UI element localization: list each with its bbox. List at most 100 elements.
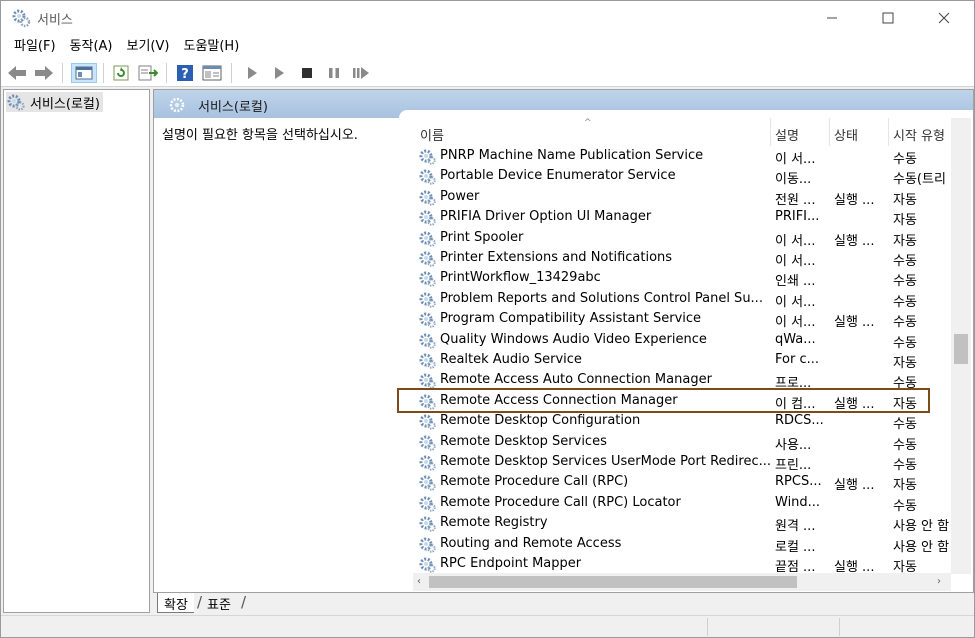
- menu-action[interactable]: 동작(A): [63, 36, 120, 58]
- menu-view[interactable]: 보기(V): [120, 36, 177, 58]
- stop-service-button[interactable]: [297, 63, 317, 83]
- forward-button[interactable]: [34, 63, 54, 83]
- service-row[interactable]: Remote Access Auto Connection Manager 프로.…: [414, 370, 954, 392]
- service-name: Remote Access Auto Connection Manager: [440, 372, 712, 388]
- service-gear-icon: [418, 433, 436, 451]
- service-gear-icon: [418, 371, 436, 390]
- menu-help[interactable]: 도움말(H): [176, 36, 246, 58]
- service-name: Remote Procedure Call (RPC) Locator: [440, 494, 681, 510]
- service-gear-icon: [418, 290, 436, 308]
- service-name: Remote Procedure Call (RPC): [440, 474, 629, 490]
- main-pane: 서비스(로컬) 설명이 필요한 항목을 선택하십시오. ^ 이름 설명 상태 시…: [153, 89, 974, 593]
- service-row[interactable]: PRIFIA Driver Option UI Manager PRIFI... 자…: [414, 207, 954, 228]
- services-gear-icon: [7, 94, 25, 111]
- service-row[interactable]: Remote Procedure Call (RPC) Locator Wind.…: [414, 493, 954, 514]
- horizontal-scrollbar[interactable]: ‹ ›: [413, 573, 951, 591]
- horizontal-scroll-thumb[interactable]: [429, 576, 797, 588]
- vertical-scroll-thumb[interactable]: [954, 334, 968, 364]
- service-row[interactable]: RPC Endpoint Mapper 끝점 ... 실행 ... 자동: [414, 554, 954, 575]
- service-startup-type: 수동: [893, 376, 917, 392]
- service-description: 이 서...: [775, 294, 816, 310]
- help-icon: ?: [177, 65, 193, 82]
- service-row[interactable]: Program Compatibility Assistant Service 이…: [414, 309, 954, 330]
- service-gear-icon: [418, 188, 436, 206]
- service-row[interactable]: Remote Desktop Services UserMode Port Re…: [414, 452, 954, 473]
- service-row[interactable]: Power 전원 ... 실행 ... 자동: [414, 187, 954, 208]
- tab-standard[interactable]: 표준: [201, 593, 237, 613]
- service-row[interactable]: Remote Procedure Call (RPC) RPCS... 실행 ...…: [414, 472, 954, 494]
- scroll-right-icon[interactable]: ›: [937, 576, 941, 587]
- service-gear-icon: [418, 147, 436, 165]
- service-name: Quality Windows Audio Video Experience: [440, 331, 707, 347]
- export-list-button[interactable]: [138, 63, 158, 83]
- maximize-button[interactable]: [865, 1, 911, 34]
- service-description: 프로...: [775, 376, 812, 392]
- service-description: 이동...: [775, 172, 812, 188]
- service-row[interactable]: Problem Reports and Solutions Control Pa…: [414, 289, 954, 310]
- minimize-button[interactable]: [809, 1, 855, 34]
- tab-extended[interactable]: 확장: [157, 593, 194, 613]
- menu-file[interactable]: 파일(F): [7, 36, 63, 58]
- service-startup-type: 수동: [893, 152, 917, 167]
- service-gear-icon: [418, 167, 436, 186]
- column-description[interactable]: 설명: [775, 125, 799, 144]
- properties-button[interactable]: [202, 63, 222, 83]
- service-row[interactable]: PrintWorkflow_13429abc 인쇄 ... 수동: [414, 268, 954, 290]
- sort-indicator: ^: [584, 118, 592, 128]
- service-name: Realtek Audio Service: [440, 352, 582, 367]
- help-button[interactable]: ?: [175, 63, 195, 83]
- service-startup-type: 수동: [893, 274, 917, 290]
- service-name: Power: [440, 188, 480, 204]
- service-name: Remote Desktop Services: [440, 433, 607, 449]
- back-button[interactable]: [7, 63, 27, 83]
- service-row[interactable]: Print Spooler 이 서... 실행 ... 자동: [414, 228, 954, 249]
- service-startup-type: 자동: [893, 478, 917, 494]
- service-row[interactable]: Portable Device Enumerator Service 이동... 수…: [414, 166, 954, 188]
- service-startup-type: 사용 안 함: [893, 539, 950, 555]
- start-service-alt-button[interactable]: [269, 63, 289, 83]
- main-header-title: 서비스(로컬): [198, 100, 268, 115]
- services-list[interactable]: ^ 이름 설명 상태 시작 유형 PNRP Machine Name Publi…: [414, 118, 973, 592]
- console-tree-icon: [75, 66, 93, 80]
- restart-service-button[interactable]: [351, 63, 371, 83]
- service-row[interactable]: Remote Access Connection Manager 이 컴... 실행…: [414, 391, 954, 412]
- pause-service-button[interactable]: [324, 63, 344, 83]
- column-startup-type[interactable]: 시작 유형: [893, 125, 945, 144]
- service-row[interactable]: Remote Registry 원격 ... 사용 안 함: [414, 513, 954, 534]
- service-row[interactable]: Routing and Remote Access 로컬 ... 사용 안 함: [414, 534, 954, 555]
- service-gear-icon: [418, 535, 436, 553]
- pause-icon: [329, 68, 339, 78]
- service-row[interactable]: Remote Desktop Services 사용... 수동: [414, 432, 954, 453]
- close-button[interactable]: [921, 1, 967, 34]
- service-startup-type: 자동: [893, 233, 917, 249]
- service-name: Printer Extensions and Notifications: [440, 250, 673, 265]
- tree-item-label: 서비스(로컬): [30, 96, 100, 112]
- service-row[interactable]: Quality Windows Audio Video Experience qW…: [414, 330, 954, 351]
- service-gear-icon: [418, 392, 436, 410]
- column-name[interactable]: 이름: [420, 125, 444, 144]
- service-row[interactable]: Printer Extensions and Notifications 이 서.…: [414, 248, 954, 269]
- service-row[interactable]: Realtek Audio Service For c... 자동: [414, 350, 954, 371]
- service-row[interactable]: PNRP Machine Name Publication Service 이 서…: [414, 146, 954, 167]
- service-row[interactable]: Remote Desktop Configuration RDCS... 수동: [414, 411, 954, 432]
- restart-icon: [353, 67, 369, 79]
- column-status[interactable]: 상태: [834, 125, 858, 144]
- export-list-icon: [138, 65, 158, 81]
- tree-item-services-local[interactable]: 서비스(로컬): [6, 92, 103, 112]
- service-description: 로컬 ...: [775, 539, 816, 555]
- service-gear-icon: [418, 208, 436, 226]
- refresh-button[interactable]: [111, 63, 131, 83]
- service-name: Remote Access Connection Manager: [440, 392, 678, 408]
- start-alt-icon: [275, 67, 284, 79]
- show-console-tree-button[interactable]: [71, 63, 97, 83]
- service-startup-type: 자동: [893, 396, 917, 412]
- vertical-scrollbar[interactable]: [951, 118, 971, 574]
- scroll-left-icon[interactable]: ‹: [417, 576, 421, 587]
- service-startup-type: 수동(트리: [893, 172, 946, 188]
- service-startup-type: 자동: [893, 356, 917, 371]
- service-description: RPCS...: [775, 474, 822, 490]
- service-name: Routing and Remote Access: [440, 535, 622, 551]
- start-service-button[interactable]: [242, 63, 262, 83]
- service-description: RDCS...: [775, 413, 824, 429]
- service-description: 사용...: [775, 437, 812, 453]
